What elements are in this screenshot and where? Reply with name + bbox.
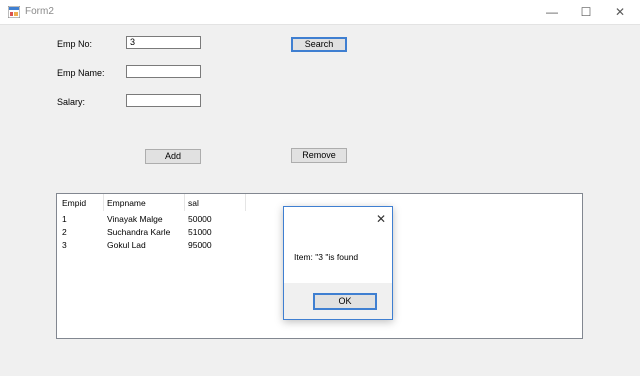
cell-empname: Vinayak Malge — [107, 214, 163, 224]
salary-label: Salary: — [57, 97, 86, 107]
cell-empid: 1 — [62, 214, 67, 224]
column-separator — [103, 194, 104, 211]
ok-button[interactable]: OK — [313, 293, 377, 310]
emp-name-input[interactable] — [126, 65, 201, 78]
message-box-dialog: ✕ Item: "3 "is found OK — [283, 206, 393, 320]
close-window-button[interactable]: ✕ — [600, 0, 640, 24]
cell-sal: 95000 — [188, 240, 212, 250]
column-header-sal[interactable]: sal — [188, 198, 199, 208]
remove-button[interactable]: Remove — [291, 148, 347, 163]
emp-no-label: Emp No: — [57, 39, 93, 49]
cell-sal: 51000 — [188, 227, 212, 237]
form-app-icon — [8, 6, 20, 18]
column-header-empname[interactable]: Empname — [107, 198, 146, 208]
column-separator — [245, 194, 246, 211]
cell-empid: 2 — [62, 227, 67, 237]
title-bar: Form2 — ☐ ✕ — [0, 0, 640, 25]
cell-empname: Gokul Lad — [107, 240, 146, 250]
column-separator — [184, 194, 185, 211]
dialog-message: Item: "3 "is found — [294, 252, 359, 262]
column-header-empid[interactable]: Empid — [62, 198, 86, 208]
cell-empname: Suchandra Karle — [107, 227, 171, 237]
emp-no-input[interactable]: 3 — [126, 36, 201, 49]
cell-sal: 50000 — [188, 214, 212, 224]
cell-empid: 3 — [62, 240, 67, 250]
add-button[interactable]: Add — [145, 149, 201, 164]
dialog-close-button[interactable]: ✕ — [373, 211, 389, 227]
emp-name-label: Emp Name: — [57, 68, 105, 78]
window-title: Form2 — [25, 6, 54, 17]
salary-input[interactable] — [126, 94, 201, 107]
search-button[interactable]: Search — [291, 37, 347, 52]
